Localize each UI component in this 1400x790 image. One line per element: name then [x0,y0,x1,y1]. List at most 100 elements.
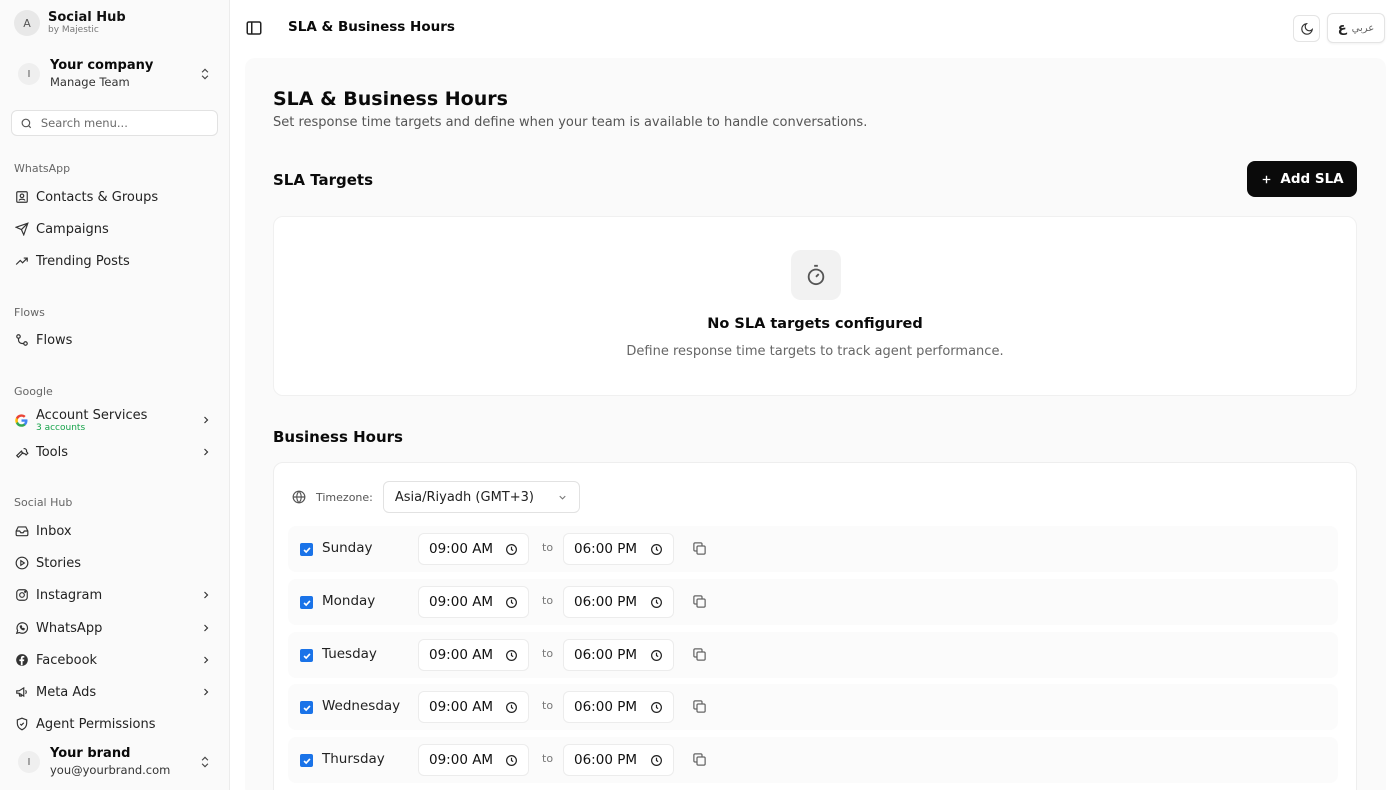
theme-toggle-button[interactable] [1293,15,1320,42]
clock-icon [506,701,517,713]
sidebar-item-tools[interactable]: Tools [10,438,220,466]
sidebar-item-label: Tools [36,444,69,460]
language-label: عربي [1351,22,1375,34]
sidebar-item-instagram[interactable]: Instagram [10,581,220,609]
search-box[interactable] [11,110,218,136]
shield-icon [14,717,29,732]
copy-icon[interactable] [692,647,707,662]
add-sla-label: Add SLA [1280,171,1344,187]
start-time-input[interactable]: 09:00 AM [418,744,529,776]
day-checkbox[interactable] [300,754,313,767]
clock-icon [651,596,662,608]
clock-icon [506,596,517,608]
business-hours-heading: Business Hours [273,428,403,446]
clock-icon [506,543,517,555]
copy-icon[interactable] [692,541,707,556]
sidebar-item-agent-permissions[interactable]: Agent Permissions [10,710,220,738]
sidebar-item-stories[interactable]: Stories [10,549,220,577]
day-checkbox[interactable] [300,596,313,609]
sidebar-item-whatsapp[interactable]: WhatsApp [10,614,220,642]
end-time-input[interactable]: 06:00 PM [563,586,674,618]
brand-avatar: A [14,10,40,36]
chevron-right-icon [204,448,209,456]
section-label-flows: Flows [14,306,45,319]
day-name: Tuesday [322,646,377,662]
to-label: to [542,647,554,660]
company-title: Your company [50,58,154,73]
play-circle-icon [14,556,29,571]
end-time-input[interactable]: 06:00 PM [563,744,674,776]
start-time-input[interactable]: 09:00 AM [418,691,529,723]
day-checkbox[interactable] [300,543,313,556]
add-sla-button[interactable]: Add SLA [1247,161,1357,197]
sidebar-item-inbox[interactable]: Inbox [10,517,220,545]
start-time-input[interactable]: 09:00 AM [418,586,529,618]
start-time-value: 09:00 AM [429,752,494,768]
sidebar-item-campaigns[interactable]: Campaigns [10,215,220,243]
start-time-value: 09:00 AM [429,541,494,557]
check-icon [302,652,311,659]
start-time-input[interactable]: 09:00 AM [418,639,529,671]
sidebar-item-flows[interactable]: Flows [10,326,220,354]
send-icon [14,222,29,237]
end-time-input[interactable]: 06:00 PM [563,691,674,723]
end-time-input[interactable]: 06:00 PM [563,533,674,565]
chevron-down-icon [559,495,566,500]
check-icon [302,704,311,711]
language-button[interactable]: ع عربي [1327,13,1385,43]
sidebar-item-trending[interactable]: Trending Posts [10,247,220,275]
company-subtitle: Manage Team [50,75,130,89]
check-icon [302,546,311,553]
brand-title: Social Hub [48,10,126,25]
check-icon [302,599,311,606]
company-switcher[interactable]: I Your company Manage Team [10,52,220,96]
user-menu[interactable]: I Your brand you@yourbrand.com [10,742,220,782]
sidebar-toggle-icon[interactable] [245,19,263,37]
chevrons-up-down-icon [201,68,209,80]
contacts-icon [14,190,29,205]
day-name: Sunday [322,540,373,556]
copy-icon[interactable] [692,699,707,714]
megaphone-icon [14,685,29,700]
globe-icon [292,490,306,504]
flow-icon [14,333,29,348]
sidebar-item-label: Stories [36,555,82,571]
facebook-icon [14,653,29,668]
plus-icon [1263,175,1271,183]
wrench-icon [14,445,29,460]
start-time-value: 09:00 AM [429,699,494,715]
end-time-input[interactable]: 06:00 PM [563,639,674,671]
copy-icon[interactable] [692,594,707,609]
day-checkbox[interactable] [300,701,313,714]
timezone-label: Timezone: [316,490,373,504]
sidebar-item-facebook[interactable]: Facebook [10,646,220,674]
section-label-whatsapp: WhatsApp [14,162,71,175]
sidebar-item-meta-ads[interactable]: Meta Ads [10,678,220,706]
day-row-thursday: Thursday 09:00 AM to 06:00 PM [288,737,1338,783]
search-input[interactable] [40,116,209,130]
section-label-google: Google [14,385,53,398]
day-row-monday: Monday 09:00 AM to 06:00 PM [288,579,1338,625]
day-name: Monday [322,593,376,609]
end-time-value: 06:00 PM [574,647,637,663]
chevron-right-icon [204,688,209,696]
section-label-social-hub: Social Hub [14,496,73,509]
topbar: SLA & Business Hours ع عربي [231,0,1400,56]
sidebar-item-label: WhatsApp [36,620,103,636]
user-email: you@yourbrand.com [50,763,171,777]
chevron-right-icon [204,416,209,424]
day-row-sunday: Sunday 09:00 AM to 06:00 PM [288,526,1338,572]
brand[interactable]: A Social Hub by Majestic [14,10,126,36]
to-label: to [542,594,554,607]
breadcrumb: SLA & Business Hours [288,19,455,35]
whatsapp-icon [14,621,29,636]
copy-icon[interactable] [692,752,707,767]
sidebar-item-account-services[interactable]: Account Services 3 accounts [10,405,220,435]
timezone-select[interactable]: Asia/Riyadh (GMT+3) [382,481,580,513]
day-row-wednesday: Wednesday 09:00 AM to 06:00 PM [288,684,1338,730]
day-checkbox[interactable] [300,649,313,662]
start-time-input[interactable]: 09:00 AM [418,533,529,565]
clock-icon [651,754,662,766]
sidebar-item-label: Flows [36,332,73,348]
sidebar-item-contacts[interactable]: Contacts & Groups [10,183,220,211]
